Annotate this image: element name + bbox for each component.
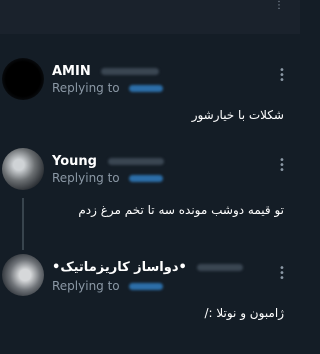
tweet-text: شکلات با خیارشور [191,108,284,122]
reply-tweet-3[interactable]: •دواساز کاریزماتیک• Replying to • • • ژامب… [0,254,300,354]
username-blurred [197,264,244,271]
display-name[interactable]: Young [52,154,164,169]
replying-to: Replying to [52,171,164,185]
replying-to: Replying to [52,279,164,293]
avatar[interactable] [2,254,44,296]
replying-to-username-blurred[interactable] [129,283,164,290]
tweet-text: ژامبون و نوتلا :/ [204,306,284,320]
replying-to-username-blurred[interactable] [129,85,164,92]
previous-tweet-area: ⋮ [0,0,300,34]
more-options-icon[interactable]: ⋮ [274,1,284,11]
more-options-icon[interactable]: • • • [278,264,286,284]
replying-to-label: Replying to [52,81,120,95]
display-name-text: AMIN [52,64,91,79]
display-name-text: •دواساز کاریزماتیک• [52,260,187,275]
reply-tweet-2[interactable]: Young Replying to • • • تو قیمه دوشب مونده… [0,148,300,248]
display-name-text: Young [52,154,97,169]
username-blurred [107,158,164,165]
more-options-icon[interactable]: • • • [278,66,286,86]
replying-to-username-blurred[interactable] [129,175,164,182]
avatar[interactable] [2,148,44,190]
username-blurred [101,68,160,75]
display-name[interactable]: •دواساز کاریزماتیک• [52,260,244,275]
reply-tweet-1[interactable]: AMIN Replying to • • • شکلات با خیارشور [0,58,300,158]
replying-to-label: Replying to [52,279,120,293]
more-options-icon[interactable]: • • • [278,156,286,176]
replying-to: Replying to [52,81,164,95]
display-name[interactable]: AMIN [52,64,160,79]
replying-to-label: Replying to [52,171,120,185]
avatar[interactable] [2,58,44,100]
tweet-text: تو قیمه دوشب مونده سه تا تخم مرغ زدم [78,203,284,217]
